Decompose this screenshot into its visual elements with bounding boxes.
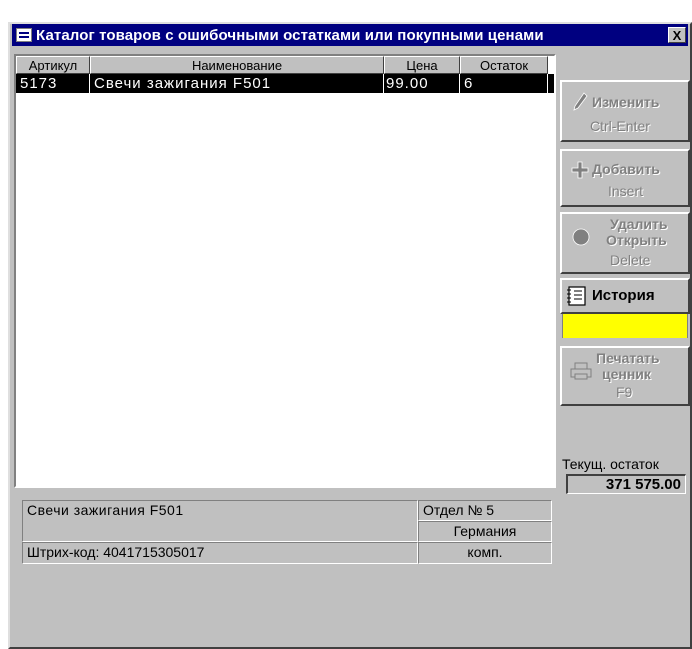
app-icon <box>16 28 32 42</box>
print-label: Печатать <box>596 350 660 366</box>
history-label: История <box>592 287 655 304</box>
printer-icon <box>570 362 592 380</box>
print-price-tag-button[interactable]: Печатать ценник F9 <box>560 346 690 406</box>
plus-icon <box>570 160 590 180</box>
history-indicator <box>562 314 688 338</box>
pencil-icon <box>572 92 588 112</box>
cell-name: Свечи зажигания F501 <box>90 74 384 93</box>
edit-button[interactable]: Изменить Ctrl-Enter <box>560 80 690 142</box>
open-label: Открыть <box>606 232 667 248</box>
delete-button[interactable]: Удалить Открыть Delete <box>560 212 690 274</box>
product-list[interactable]: Артикул Наименование Цена Остаток 5173 С… <box>14 54 556 488</box>
barcode-field: Штрих-код: 4041715305017 <box>22 542 418 564</box>
notebook-icon <box>566 285 588 307</box>
add-button[interactable]: Добавить Insert <box>560 149 690 207</box>
cell-article: 5173 <box>16 74 90 93</box>
column-header-price[interactable]: Цена <box>384 56 460 74</box>
current-stock-value: 371 575.00 <box>566 474 686 494</box>
current-stock-label: Текущ. остаток <box>562 456 659 472</box>
add-shortcut: Insert <box>608 183 644 199</box>
edit-shortcut: Ctrl-Enter <box>590 118 650 134</box>
country-field: Германия <box>418 521 552 542</box>
delete-shortcut: Delete <box>610 252 651 268</box>
print-shortcut: F9 <box>616 384 633 400</box>
cell-price: 99.00 <box>384 74 460 93</box>
delete-label: Удалить <box>610 216 668 232</box>
list-header: Артикул Наименование Цена Остаток <box>16 56 554 74</box>
circle-icon <box>572 228 590 246</box>
column-header-stock[interactable]: Остаток <box>460 56 548 74</box>
department-field: Отдел № 5 <box>418 500 552 521</box>
product-type-field: комп. <box>418 542 552 564</box>
column-header-name[interactable]: Наименование <box>90 56 384 74</box>
add-label: Добавить <box>592 161 660 177</box>
window-title: Каталог товаров с ошибочными остатками и… <box>36 26 544 44</box>
close-button[interactable]: X <box>668 27 686 43</box>
title-bar[interactable]: Каталог товаров с ошибочными остатками и… <box>12 24 688 46</box>
history-button[interactable]: История <box>560 278 690 314</box>
table-row[interactable]: 5173 Свечи зажигания F501 99.00 6 <box>16 74 554 93</box>
product-name-field: Свечи зажигания F501 <box>22 500 418 542</box>
cell-stock: 6 <box>460 74 548 93</box>
price-tag-label: ценник <box>602 366 651 382</box>
edit-label: Изменить <box>592 94 660 110</box>
column-header-article[interactable]: Артикул <box>16 56 90 74</box>
